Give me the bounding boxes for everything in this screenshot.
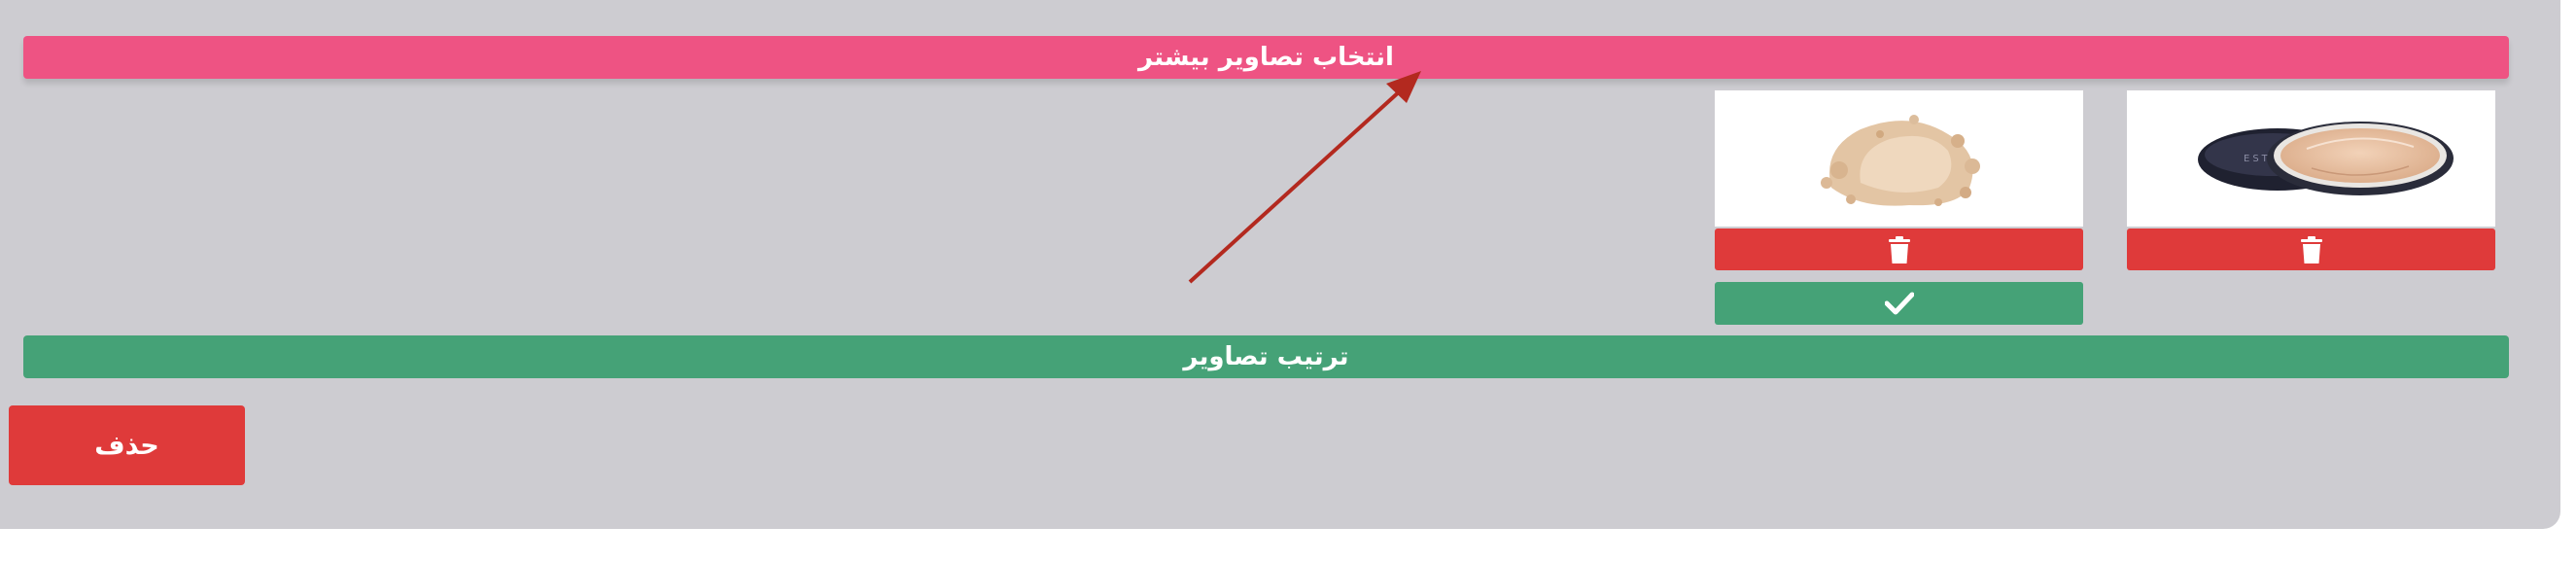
arrow-annotation <box>1188 71 1421 284</box>
image-gallery-panel: انتخاب تصاویر بیشتر ESTEE ترتیب تصاویر ح… <box>0 0 2560 529</box>
